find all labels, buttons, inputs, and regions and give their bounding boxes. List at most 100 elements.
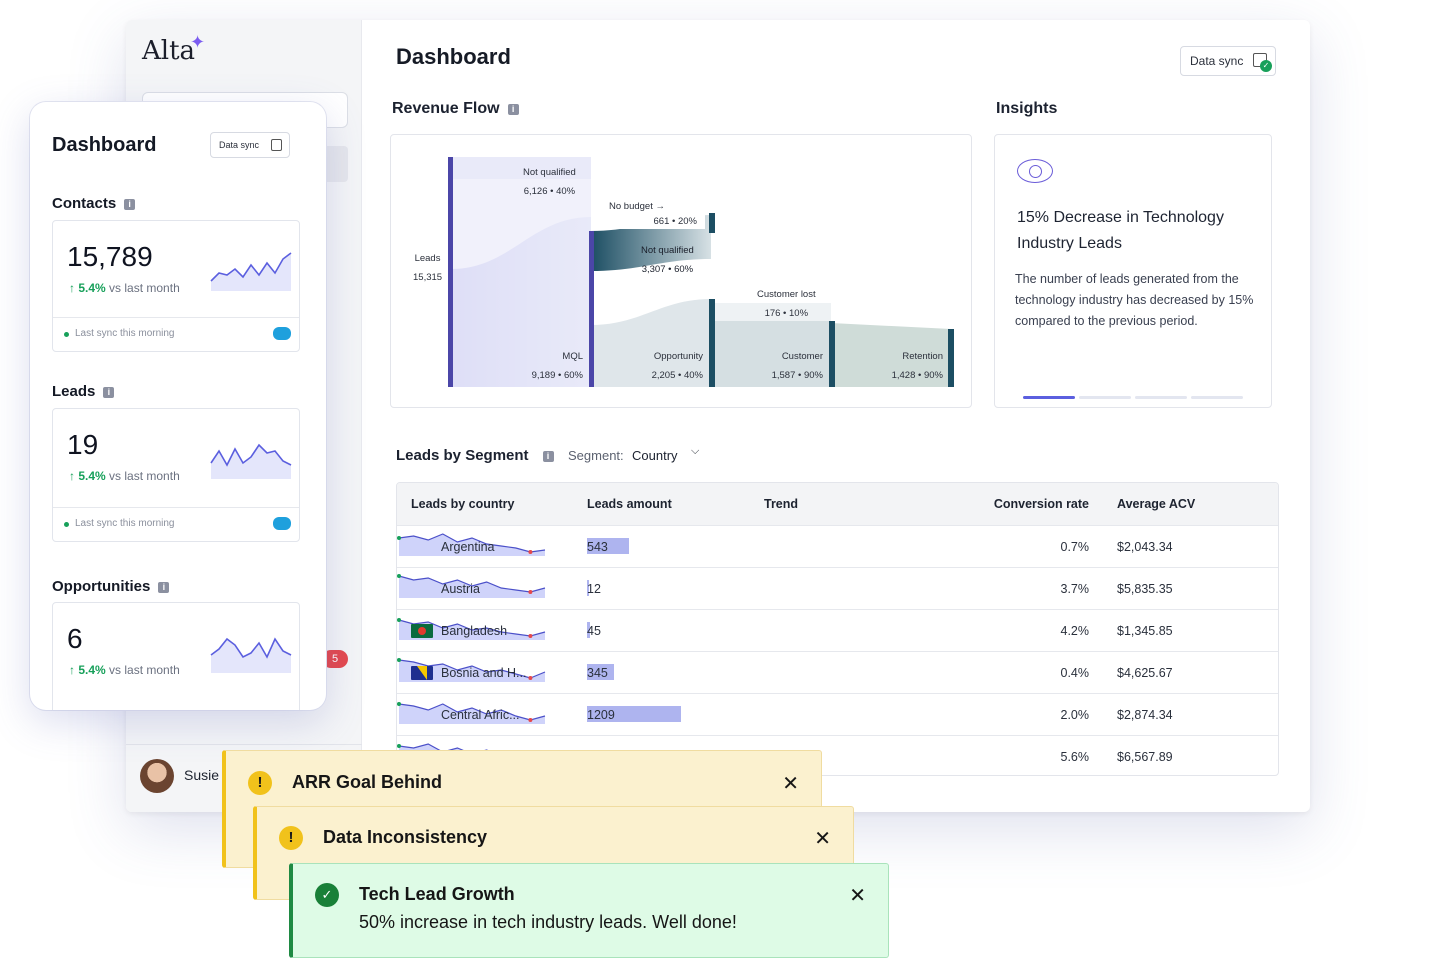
average-acv: $4,625.67 [1117,666,1173,680]
page-title: Dashboard [396,44,511,69]
info-icon[interactable]: i [158,582,170,593]
info-icon[interactable]: i [507,104,519,115]
insights-card: 15% Decrease in Technology Industry Lead… [994,134,1272,408]
col-trend[interactable]: Trend [764,497,798,511]
node-mql[interactable] [589,231,594,387]
country-name[interactable]: Austria [441,582,480,596]
opportunities-card[interactable]: 6 ↑ 5.4% vs last month [52,602,300,710]
check-circle-icon: ✓ [315,883,339,907]
average-acv: $5,835.35 [1117,582,1173,596]
check-icon: ✓ [1260,60,1272,72]
table-row[interactable]: Bosnia and H... 345 0.4% $4,625.67 [397,651,1278,693]
average-acv: $1,345.85 [1117,624,1173,638]
eye-icon [1017,159,1053,183]
conversion-rate: 0.7% [1060,540,1090,554]
close-icon[interactable]: ✕ [849,883,866,908]
close-icon[interactable]: ✕ [782,771,799,796]
salesforce-icon [273,327,291,340]
contacts-value: 15,789 [67,241,153,272]
toast-title: Tech Lead Growth [359,884,515,904]
col-amount[interactable]: Leads amount [587,497,672,511]
user-name: Susie [184,767,220,783]
node-label-mql: MQL 9,189 • 60% [531,351,583,381]
conversion-rate: 3.7% [1060,582,1090,596]
leads-delta: ↑ 5.4% vs last month [69,469,180,483]
col-country[interactable]: Leads by country [411,497,515,511]
sparkle-icon: ✦ [190,32,206,53]
leads-by-segment-title: Leads by Segment i [396,447,554,464]
node-label-opportunity: Opportunity 2,205 • 40% [651,351,703,381]
table-row[interactable]: Central Afric... 1209 2.0% $2,874.34 [397,693,1278,735]
country-name[interactable]: Bangladesh [441,624,507,638]
data-sync-label: Data sync [1190,54,1244,68]
carousel-dot[interactable] [1191,396,1243,399]
data-sync-button[interactable]: Data sync ✓ [1180,46,1276,76]
node-label-retention: Retention 1,428 • 90% [891,351,943,381]
warning-icon: ! [279,826,303,850]
insights-title: Insights [996,100,1058,117]
conversion-rate: 5.6% [1060,750,1090,764]
node-leads[interactable] [448,157,453,387]
country-name[interactable]: Central Afric... [441,708,520,722]
leads-amount: 12 [587,582,601,596]
mobile-dashboard: Dashboard Data sync Contacts i 15,789 ↑ 5… [30,102,326,710]
close-icon[interactable]: ✕ [814,826,831,851]
segment-select[interactable]: Country [632,448,678,463]
conversion-rate: 2.0% [1060,708,1090,722]
leads-amount: 543 [587,540,608,554]
node-customer[interactable] [829,321,835,387]
conversion-rate: 4.2% [1060,624,1090,638]
chevron-down-icon[interactable]: ⌵ [691,445,699,458]
average-acv: $2,043.34 [1117,540,1173,554]
opportunities-value: 6 [67,623,83,654]
insight-headline: 15% Decrease in Technology Industry Lead… [1017,209,1224,252]
toast-tech-lead-growth[interactable]: ✓ Tech Lead Growth 50% increase in tech … [289,863,889,958]
node-label-not-qualified-1: Not qualified 6,126 • 40% [523,167,576,197]
contacts-sparkline [210,252,292,291]
flag-icon [411,624,433,638]
node-label-customer-lost: Customer lost 176 • 10% [757,289,816,319]
node-retention[interactable] [948,329,954,387]
carousel-dot[interactable] [1023,396,1075,399]
leads-sparkline [210,443,292,479]
toast-title: Data Inconsistency [323,827,488,847]
toast-message: 50% increase in tech industry leads. Wel… [359,912,737,932]
node-opportunity[interactable] [709,299,715,387]
conversion-rate: 0.4% [1060,666,1090,680]
carousel-dot[interactable] [1135,396,1187,399]
contacts-delta: ↑ 5.4% vs last month [69,281,180,295]
table-body: Argentina 543 0.7% $2,043.34 Austria 12 … [397,525,1278,775]
segment-label: Segment: [568,448,624,463]
leads-amount: 1209 [587,708,615,722]
contacts-card[interactable]: 15,789 ↑ 5.4% vs last month Last sync th… [52,220,300,352]
node-label-no-budget: No budget → 661 • 20% [609,199,705,229]
table-row[interactable]: Bangladesh 45 4.2% $1,345.85 [397,609,1278,651]
info-icon[interactable]: i [124,199,136,210]
col-conversion[interactable]: Conversion rate [957,497,1089,511]
salesforce-icon [273,517,291,530]
leads-card[interactable]: 19 ↑ 5.4% vs last month Last sync this m… [52,408,300,542]
leads-amount: 345 [587,666,608,680]
info-icon[interactable]: i [103,387,115,398]
insight-body: The number of leads generated from the t… [1015,272,1254,328]
carousel-dot[interactable] [1079,396,1131,399]
table-row[interactable]: Argentina 543 0.7% $2,043.34 [397,525,1278,567]
table-header: Leads by country Leads amount Trend Conv… [397,483,1278,525]
average-acv: $2,874.34 [1117,708,1173,722]
country-name[interactable]: Bosnia and H... [441,666,526,680]
node-label-customer: Customer 1,587 • 90% [771,351,823,381]
info-icon[interactable]: i [542,451,554,462]
mobile-data-sync-button[interactable]: Data sync [210,132,290,158]
contacts-sync-status: Last sync this morning [53,317,299,352]
flag-icon [411,540,433,554]
flag-icon [411,666,433,680]
contacts-title: Contacts i [52,195,136,212]
country-name[interactable]: Argentina [441,540,495,554]
node-no-budget[interactable] [709,213,715,233]
leads-sync-status: Last sync this morning [53,507,299,542]
table-row[interactable]: Austria 12 3.7% $5,835.35 [397,567,1278,609]
revenue-flow-title: Revenue Flow i [392,100,519,118]
avatar[interactable] [140,759,174,793]
app-logo[interactable]: Alta ✦ [142,32,205,66]
col-acv[interactable]: Average ACV [1117,497,1195,511]
